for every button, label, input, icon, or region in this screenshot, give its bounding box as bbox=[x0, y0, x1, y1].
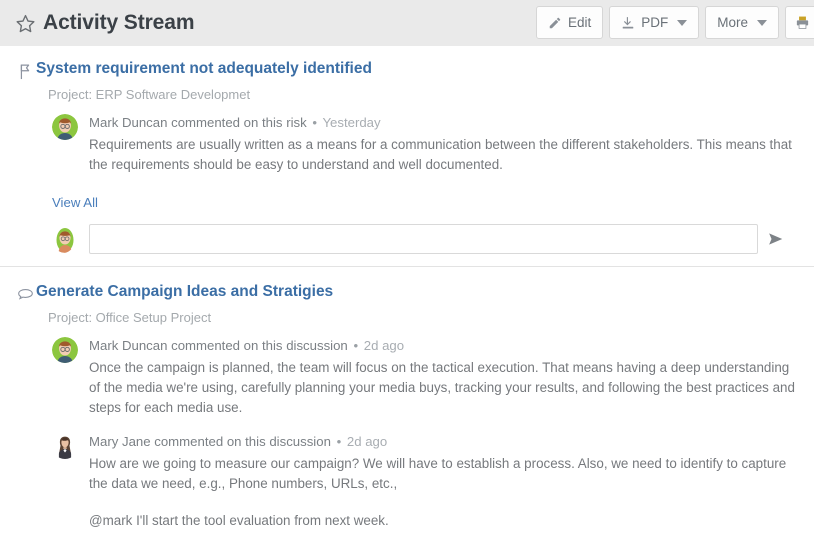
chevron-down-icon[interactable] bbox=[677, 19, 688, 26]
more-button[interactable]: More bbox=[705, 6, 779, 39]
comment-timestamp: 2d ago bbox=[363, 338, 405, 353]
toolbar: Edit PDF More bbox=[535, 6, 814, 39]
comment-timestamp: Yesterday bbox=[322, 115, 381, 130]
comment-action: commented on this discussion bbox=[171, 338, 348, 353]
send-arrow-icon[interactable] bbox=[758, 230, 792, 248]
activity-title[interactable]: Generate Campaign Ideas and Stratigies bbox=[36, 282, 333, 302]
discussion-bubble-icon bbox=[14, 284, 36, 304]
comment-body: Mark Duncan commented on this discussion… bbox=[89, 336, 798, 418]
comment-separator: • bbox=[336, 434, 342, 449]
comment-author: Mark Duncan bbox=[89, 115, 168, 130]
comment-timestamp: 2d ago bbox=[346, 434, 388, 449]
more-button-label: More bbox=[717, 14, 748, 30]
comment-body: Mark Duncan commented on this risk • Yes… bbox=[89, 113, 798, 175]
view-all-link[interactable]: View All bbox=[52, 195, 98, 210]
comment-list: Mark Duncan commented on this risk • Yes… bbox=[52, 113, 798, 175]
activity-project: Project: Office Setup Project bbox=[48, 310, 212, 325]
comment-item: Mary Jane commented on this discussion •… bbox=[52, 432, 798, 531]
edit-button-label: Edit bbox=[567, 14, 592, 30]
avatar-current-user bbox=[52, 226, 78, 253]
download-icon bbox=[621, 16, 635, 30]
comment-body: Mary Jane commented on this discussion •… bbox=[89, 432, 798, 531]
pdf-button[interactable]: PDF bbox=[609, 6, 700, 39]
flag-risk-icon bbox=[14, 61, 36, 81]
comment-meta: Mark Duncan commented on this discussion… bbox=[89, 336, 798, 355]
comment-item: Mark Duncan commented on this risk • Yes… bbox=[52, 113, 798, 175]
avatar-mark-duncan bbox=[52, 337, 78, 363]
comment-action: commented on this risk bbox=[171, 115, 307, 130]
printer-icon bbox=[795, 15, 810, 30]
chevron-down-icon[interactable] bbox=[757, 19, 767, 26]
comment-meta: Mark Duncan commented on this risk • Yes… bbox=[89, 113, 798, 132]
comment-separator: • bbox=[353, 338, 359, 353]
comment-paragraph: Once the campaign is planned, the team w… bbox=[89, 360, 795, 415]
activity-header: Generate Campaign Ideas and Stratigies bbox=[14, 282, 798, 304]
comment-text: Once the campaign is planned, the team w… bbox=[89, 358, 798, 418]
avatar-mark-duncan bbox=[52, 114, 78, 140]
activity-item: Generate Campaign Ideas and Stratigies P… bbox=[0, 266, 814, 531]
edit-button[interactable]: Edit bbox=[535, 6, 604, 39]
comment-paragraph-mention: @mark I'll start the tool evaluation fro… bbox=[89, 513, 389, 528]
comment-paragraph: Requirements are usually written as a me… bbox=[89, 137, 792, 172]
activity-title[interactable]: System requirement not adequately identi… bbox=[36, 59, 372, 79]
comment-input[interactable] bbox=[89, 224, 758, 254]
pencil-icon bbox=[548, 16, 562, 30]
comment-item: Mark Duncan commented on this discussion… bbox=[52, 336, 798, 418]
page-header: Activity Stream Edit PDF More bbox=[0, 0, 814, 46]
activity-header: System requirement not adequately identi… bbox=[14, 59, 798, 81]
pdf-button-label: PDF bbox=[641, 14, 669, 30]
reply-row bbox=[52, 224, 798, 254]
activity-project: Project: ERP Software Developmet bbox=[48, 87, 251, 102]
comment-meta: Mary Jane commented on this discussion •… bbox=[89, 432, 798, 451]
comment-author: Mark Duncan bbox=[89, 338, 168, 353]
comment-separator: • bbox=[312, 115, 317, 130]
comment-action: commented on this discussion bbox=[154, 434, 331, 449]
avatar-mary-jane bbox=[52, 433, 78, 459]
page-title: Activity Stream bbox=[43, 11, 195, 34]
comment-list: Mark Duncan commented on this discussion… bbox=[52, 336, 798, 531]
star-outline-icon[interactable] bbox=[14, 12, 36, 34]
comment-text: How are we going to measure our campaign… bbox=[89, 454, 798, 531]
print-button[interactable] bbox=[785, 6, 814, 39]
comment-text: Requirements are usually written as a me… bbox=[89, 135, 798, 175]
comment-author: Mary Jane bbox=[89, 434, 151, 449]
activity-item: System requirement not adequately identi… bbox=[0, 46, 814, 254]
activity-stream: System requirement not adequately identi… bbox=[0, 46, 814, 531]
comment-paragraph: How are we going to measure our campaign… bbox=[89, 456, 787, 491]
